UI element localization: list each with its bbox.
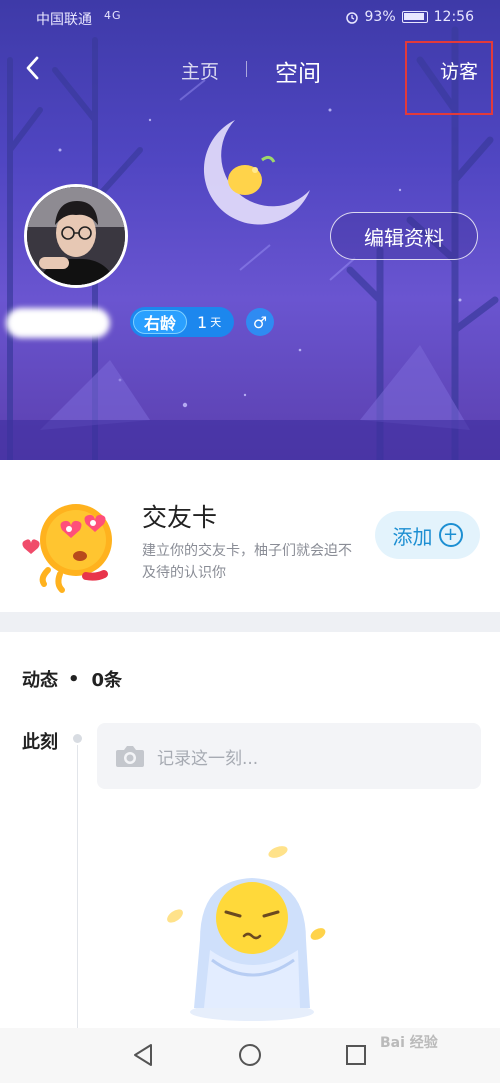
username-redacted [6,308,110,338]
system-recents-button[interactable] [343,1042,369,1068]
alarm-icon [345,12,358,24]
tab-home[interactable]: 主页 [181,57,219,84]
system-back-button[interactable] [130,1042,156,1068]
section-divider [0,612,500,632]
avatar[interactable] [24,184,128,288]
status-bar: 中国联通 4G 93% 12:56 [0,0,500,34]
back-triangle-icon [134,1044,152,1066]
visitors-highlight-box [405,41,493,115]
age-unit: 天 [210,316,222,329]
feed-separator: • [68,668,80,690]
male-icon: ♂ [246,308,274,336]
feed-count: 0条 [91,670,123,691]
timeline-line [77,745,78,1035]
battery-icon [401,11,428,23]
moment-label: 此刻 [22,732,58,753]
friend-card: 交友卡 建立你的交友卡，柚子们就会迫不及待的认识你 添加 + [0,460,500,612]
edit-profile-button[interactable]: 编辑资料 [330,212,478,260]
avatar-photo [27,187,125,285]
friend-card-title: 交友卡 [142,503,218,532]
home-circle-icon [239,1044,261,1066]
tab-space[interactable]: 空间 [275,54,321,88]
system-home-button[interactable] [237,1042,263,1068]
age-tag: 右龄 [133,310,187,334]
heart-eyes-emoji-icon [22,504,112,593]
signal-icon: 4G [104,9,122,22]
feed-label: 动态 [22,670,58,691]
timeline-dot [73,734,82,743]
tab-divider [246,61,247,77]
record-moment-input[interactable]: 记录这一刻... [97,723,481,789]
age-value: 1 [197,312,208,332]
add-friend-card-button[interactable]: 添加 + [375,511,480,559]
battery-percent: 93% [364,9,396,25]
profile-header: 中国联通 4G 93% 12:56 主页 空间 访客 编辑资料 右龄 1 天 ♂ [0,0,500,460]
carrier-label: 中国联通 [36,12,92,28]
plus-circle-icon: + [438,523,463,547]
watermark: Bai 经验 [380,1035,438,1051]
empty-feed-illustration [167,846,326,1021]
clock: 12:56 [433,9,474,25]
back-button[interactable] [16,52,48,84]
feed-header: 动态 • 0条 [22,666,122,692]
camera-icon [116,746,144,767]
age-badge: 右龄 1 天 [130,307,234,337]
friend-card-description: 建立你的交友卡，柚子们就会迫不及待的认识你 [142,543,352,581]
add-button-label: 添加 [392,524,433,549]
chevron-left-icon [26,56,39,80]
record-placeholder: 记录这一刻... [157,748,259,769]
recents-square-icon [346,1045,366,1065]
